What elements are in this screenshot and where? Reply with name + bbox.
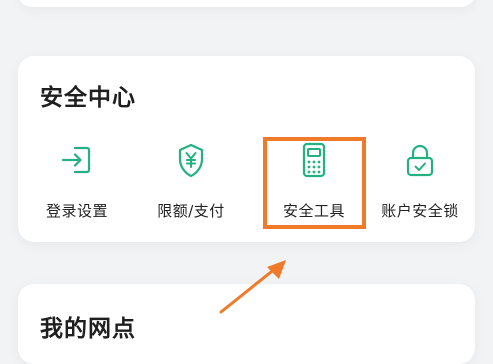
tool-limit-payment[interactable]: 限额/支付 xyxy=(146,140,236,230)
tool-label-account-lock: 账户安全锁 xyxy=(381,202,459,220)
shield-yuan-icon xyxy=(171,140,211,180)
my-branch-card: 我的网点 xyxy=(18,284,475,364)
tool-label-security-tools: 安全工具 xyxy=(282,202,345,220)
previous-card xyxy=(18,0,475,7)
tool-label-login-settings: 登录设置 xyxy=(45,202,108,220)
login-arrow-icon xyxy=(57,140,97,180)
tool-login-settings[interactable]: 登录设置 xyxy=(32,140,122,230)
tool-security-tools[interactable]: 安全工具 xyxy=(269,140,359,230)
tool-account-lock[interactable]: 账户安全锁 xyxy=(375,140,465,230)
tool-label-limit-payment: 限额/支付 xyxy=(157,202,225,220)
security-center-title: 安全中心 xyxy=(40,85,136,111)
security-token-icon xyxy=(294,140,334,180)
security-center-card: 安全中心 登录设置 限额/支付 安全工具 账户安全锁 xyxy=(18,56,475,242)
lock-icon xyxy=(400,140,440,180)
